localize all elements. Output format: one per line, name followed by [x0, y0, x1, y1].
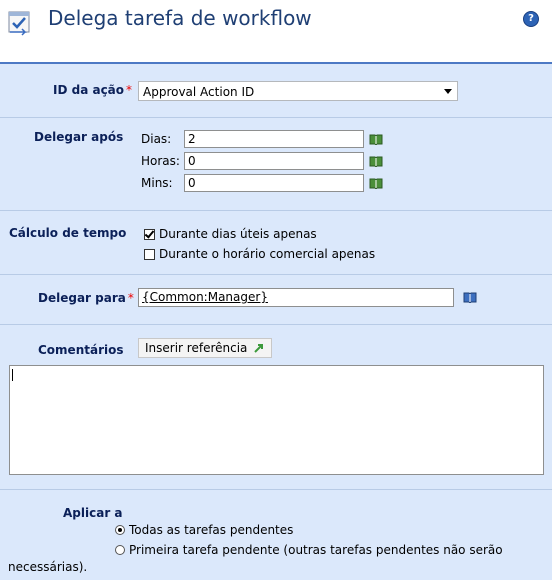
delegate-to-label: Delegar para * [38, 291, 134, 305]
action-id-select[interactable]: Approval Action ID [138, 81, 458, 101]
workflow-delegate-icon [8, 11, 30, 36]
action-id-label-text: ID da ação [53, 83, 125, 97]
comments-label: Comentários [38, 343, 124, 357]
lookup-book-icon[interactable] [369, 133, 383, 145]
days-input[interactable]: 2 [184, 130, 364, 148]
comments-section: Comentários Inserir referência [0, 325, 552, 490]
all-pending-radio-row[interactable]: Todas as tarefas pendentes [115, 523, 293, 537]
action-id-label: ID da ação * [53, 83, 132, 97]
all-pending-label: Todas as tarefas pendentes [129, 523, 294, 537]
action-id-selected: Approval Action ID [143, 85, 255, 99]
required-mark: * [126, 83, 133, 97]
business-hours-checkbox-row[interactable]: Durante o horário comercial apenas [144, 247, 375, 261]
insert-reference-button[interactable]: Inserir referência [138, 338, 273, 358]
days-label: Dias: [141, 132, 172, 146]
delegate-after-section: Delegar após Dias: 2 Horas: 0 Mins: 0 [0, 118, 552, 211]
mins-input[interactable]: 0 [184, 174, 364, 192]
business-hours-checkbox-label: Durante o horário comercial apenas [159, 247, 376, 261]
action-id-section: ID da ação * Approval Action ID [0, 64, 552, 118]
form-panel: ID da ação * Approval Action ID Delegar a… [0, 62, 552, 580]
address-book-icon[interactable] [463, 291, 477, 303]
apply-to-label: Aplicar a [63, 506, 123, 520]
apply-to-section: Aplicar a Todas as tarefas pendentes Pri… [0, 490, 552, 582]
delegate-to-input[interactable]: {Common:Manager} [138, 288, 454, 307]
first-pending-label: Primeira tarefa pendente (outras tarefas… [129, 543, 503, 557]
page-title: Delega tarefa de workflow [48, 6, 312, 30]
mins-label: Mins: [141, 176, 173, 190]
chevron-down-icon [444, 89, 452, 94]
delegate-to-label-text: Delegar para [38, 291, 126, 305]
text-caret [12, 369, 13, 381]
delegate-to-value: {Common:Manager} [142, 290, 268, 304]
lookup-book-icon[interactable] [369, 155, 383, 167]
insert-arrow-icon [254, 344, 264, 353]
hours-label: Horas: [141, 154, 180, 168]
time-calc-section: Cálculo de tempo Durante dias úteis apen… [0, 211, 552, 275]
header: Delega tarefa de workflow ? [0, 0, 552, 48]
required-mark: * [127, 291, 134, 305]
all-pending-radio[interactable] [115, 525, 125, 535]
business-hours-checkbox[interactable] [144, 248, 155, 260]
help-icon[interactable]: ? [523, 11, 539, 27]
first-pending-label-continuation: necessárias). [8, 560, 88, 574]
comments-textarea[interactable] [9, 365, 544, 475]
lookup-book-icon[interactable] [369, 177, 383, 189]
hours-input[interactable]: 0 [184, 152, 364, 170]
first-pending-radio-row[interactable]: Primeira tarefa pendente (outras tarefas… [115, 543, 503, 557]
workdays-checkbox-row[interactable]: Durante dias úteis apenas [144, 227, 317, 241]
first-pending-radio[interactable] [115, 545, 125, 555]
delegate-after-label: Delegar após [34, 130, 124, 144]
workdays-checkbox[interactable] [144, 228, 155, 240]
insert-reference-label: Inserir referência [145, 341, 248, 355]
time-calc-label: Cálculo de tempo [9, 226, 127, 240]
workdays-checkbox-label: Durante dias úteis apenas [159, 227, 317, 241]
delegate-to-section: Delegar para * {Common:Manager} [0, 275, 552, 325]
